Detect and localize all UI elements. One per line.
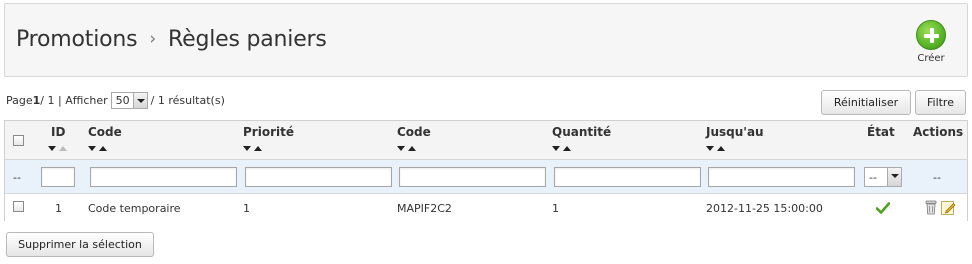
filter-priority-input[interactable] bbox=[245, 167, 392, 187]
per-page-value: 50 bbox=[115, 94, 130, 107]
column-header-actions: Actions bbox=[913, 125, 964, 139]
filter-name-input[interactable] bbox=[90, 167, 237, 187]
sort-until bbox=[706, 146, 725, 151]
sort-name bbox=[88, 146, 107, 151]
filter-button[interactable]: Filtre bbox=[915, 90, 966, 115]
per-page-select[interactable]: 50 bbox=[110, 92, 148, 109]
trash-icon[interactable] bbox=[925, 200, 937, 215]
sort-asc-icon[interactable] bbox=[717, 146, 725, 151]
column-header-id: ID bbox=[51, 125, 66, 139]
sort-desc-icon[interactable] bbox=[48, 146, 56, 151]
column-header-status: État bbox=[867, 125, 895, 139]
breadcrumb: Promotions › Règles paniers bbox=[16, 27, 327, 52]
row-checkbox[interactable] bbox=[13, 201, 24, 212]
pagination-current-page: 1 bbox=[32, 94, 41, 107]
sort-desc-icon[interactable] bbox=[243, 146, 251, 151]
reset-button[interactable]: Réinitialiser bbox=[821, 90, 911, 115]
pagination-bar: Page 1 / 1 | Afficher 50 / 1 résultat(s) bbox=[6, 92, 225, 109]
add-icon bbox=[916, 20, 946, 50]
column-header-name: Code bbox=[88, 125, 122, 139]
pagination-separator: / 1 | Afficher bbox=[40, 94, 108, 107]
filter-code-input[interactable] bbox=[399, 167, 546, 187]
sort-quantity bbox=[552, 146, 571, 151]
breadcrumb-separator-icon: › bbox=[149, 29, 157, 49]
column-header-until: Jusqu'au bbox=[706, 125, 764, 139]
delete-selection-button[interactable]: Supprimer la sélection bbox=[6, 232, 154, 257]
sort-id bbox=[48, 146, 67, 151]
create-button[interactable]: Créer bbox=[915, 20, 947, 66]
sort-asc-icon[interactable] bbox=[254, 146, 262, 151]
sort-desc-icon[interactable] bbox=[552, 146, 560, 151]
filter-id-input[interactable] bbox=[41, 167, 75, 187]
cell-priority: 1 bbox=[243, 202, 250, 215]
filter-quantity-input[interactable] bbox=[554, 167, 701, 187]
filter-actions-placeholder: -- bbox=[933, 171, 941, 184]
pagination-prefix: Page bbox=[6, 94, 33, 107]
column-header-code: Code bbox=[397, 125, 431, 139]
cell-until: 2012-11-25 15:00:00 bbox=[706, 202, 823, 215]
breadcrumb-section[interactable]: Promotions bbox=[16, 27, 138, 52]
filter-status-select[interactable]: -- bbox=[864, 167, 902, 187]
filter-status-value: -- bbox=[869, 170, 877, 184]
create-button-label: Créer bbox=[917, 53, 945, 64]
sort-asc-icon[interactable] bbox=[408, 146, 416, 151]
cell-quantity: 1 bbox=[552, 202, 559, 215]
filter-placeholder: -- bbox=[13, 171, 21, 184]
cell-id: 1 bbox=[55, 202, 62, 215]
page-toolbar: Promotions › Règles paniers Créer bbox=[4, 3, 968, 77]
check-icon[interactable] bbox=[876, 201, 890, 215]
results-count: / 1 résultat(s) bbox=[150, 94, 225, 107]
sort-asc-icon[interactable] bbox=[563, 146, 571, 151]
chevron-down-icon[interactable] bbox=[132, 93, 147, 108]
cart-rules-table: ID Code Priorité Code Quantité Jusqu'au … bbox=[4, 120, 968, 221]
sort-asc-icon[interactable] bbox=[59, 146, 67, 151]
edit-icon[interactable] bbox=[941, 200, 956, 215]
column-header-quantity: Quantité bbox=[552, 125, 612, 139]
cell-name: Code temporaire bbox=[88, 202, 181, 215]
select-all-checkbox[interactable] bbox=[13, 135, 24, 146]
table-row[interactable]: 1 Code temporaire 1 MAPIF2C2 1 2012-11-2… bbox=[5, 195, 967, 221]
cell-code: MAPIF2C2 bbox=[397, 202, 452, 215]
filter-row: -- -- -- bbox=[5, 160, 967, 194]
column-header-priority: Priorité bbox=[243, 125, 294, 139]
sort-asc-icon[interactable] bbox=[99, 146, 107, 151]
page-title: Règles paniers bbox=[168, 27, 327, 52]
sort-desc-icon[interactable] bbox=[88, 146, 96, 151]
chevron-down-icon[interactable] bbox=[887, 168, 901, 186]
filter-until-input[interactable] bbox=[708, 167, 855, 187]
table-header: ID Code Priorité Code Quantité Jusqu'au … bbox=[5, 121, 967, 160]
sort-desc-icon[interactable] bbox=[397, 146, 405, 151]
sort-desc-icon[interactable] bbox=[706, 146, 714, 151]
sort-priority bbox=[243, 146, 262, 151]
sort-code bbox=[397, 146, 416, 151]
